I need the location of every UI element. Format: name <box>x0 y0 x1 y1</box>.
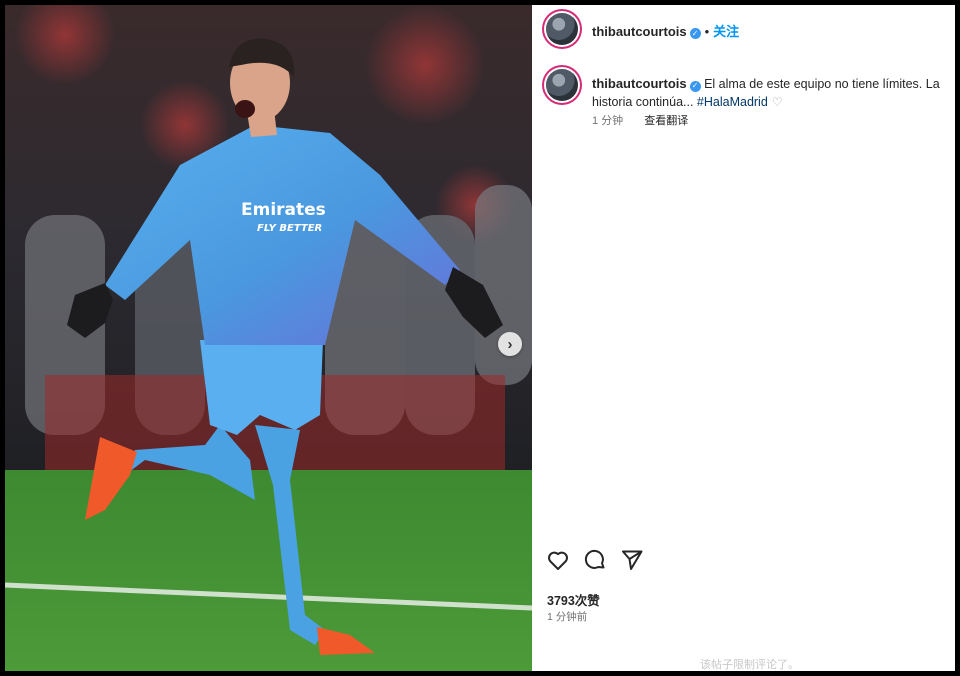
comments-limited-note: 该帖子限制评论了。 <box>700 659 799 671</box>
avatar[interactable] <box>546 13 578 45</box>
post-timestamp: 1 分钟前 <box>547 611 588 623</box>
caption-meta: 1 分钟 查看翻译 <box>592 112 688 128</box>
caption-verified-badge-icon: ✓ <box>689 80 701 92</box>
caption-text: thibautcourtois ✓ El alma de este equipo … <box>592 75 955 111</box>
post-photo[interactable]: Emirates FLY BETTER › <box>5 5 532 671</box>
verified-badge-icon: ✓ <box>689 28 701 39</box>
post-header: thibautcourtois ✓ • 关注 <box>532 5 955 55</box>
hashtag-link[interactable]: #HalaMadrid <box>697 95 768 109</box>
heart-icon[interactable] <box>546 548 570 572</box>
jersey-slogan-text: FLY BETTER <box>257 223 322 234</box>
chevron-right-icon: › <box>507 335 513 353</box>
follow-button[interactable]: 关注 <box>713 24 739 39</box>
separator-dot: • <box>704 24 710 39</box>
post-details-panel: thibautcourtois ✓ • 关注 thibautcourtois ✓ El … <box>532 5 955 671</box>
caption-like-heart-icon[interactable]: ♡ <box>772 95 783 109</box>
jersey-sponsor-text: Emirates <box>241 200 326 220</box>
post-window: Emirates FLY BETTER › thibautcourtois ✓ • 关… <box>5 5 955 671</box>
send-icon[interactable] <box>620 548 644 572</box>
header-line: thibautcourtois ✓ • 关注 <box>592 21 739 40</box>
like-count[interactable]: 3793次赞 <box>547 590 600 609</box>
goalkeeper-celebration-image: Emirates FLY BETTER <box>5 5 532 671</box>
see-translation-link[interactable]: 查看翻译 <box>644 115 688 127</box>
caption-username-link[interactable]: thibautcourtois <box>592 76 687 91</box>
next-photo-button[interactable]: › <box>498 332 522 356</box>
username-link[interactable]: thibautcourtois <box>592 24 687 39</box>
comment-bubble-icon[interactable] <box>583 548 607 572</box>
caption-avatar[interactable] <box>546 69 578 101</box>
caption-time: 1 分钟 <box>592 115 624 127</box>
